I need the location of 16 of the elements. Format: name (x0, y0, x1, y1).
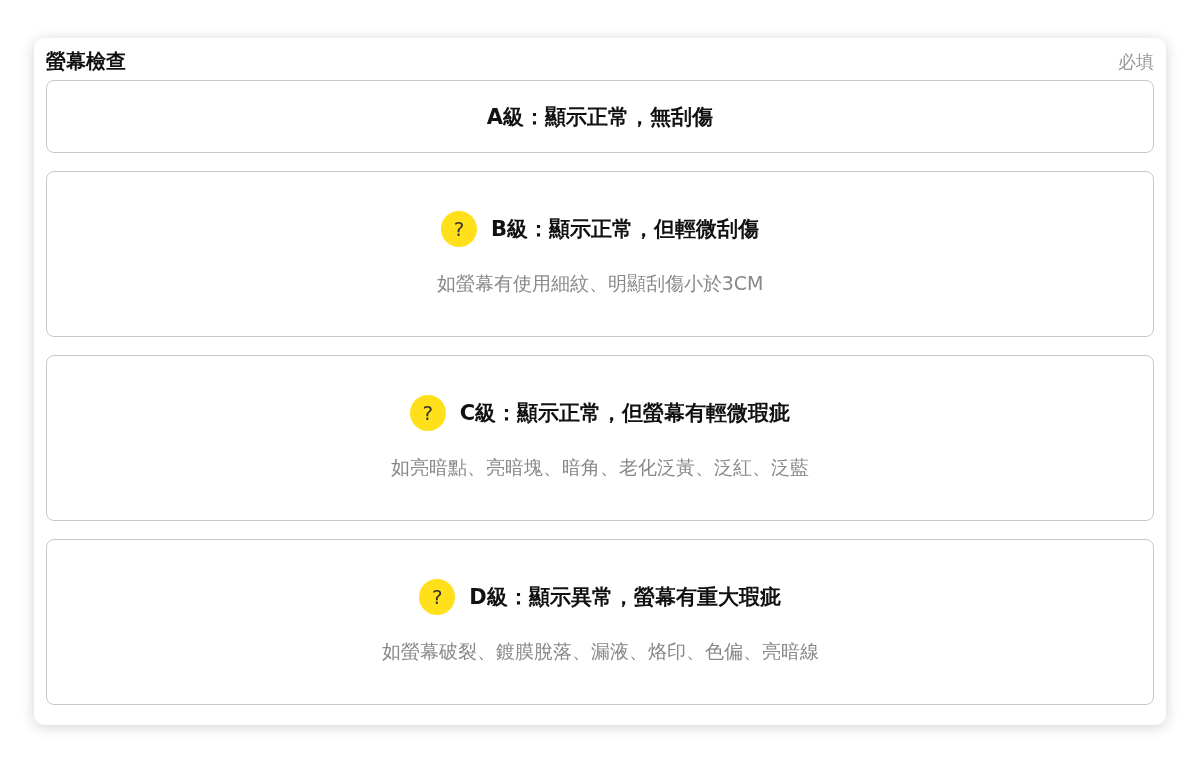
option-description: 如亮暗點、亮暗塊、暗角、老化泛黃、泛紅、泛藍 (391, 455, 809, 480)
required-label: 必填 (1118, 49, 1154, 74)
option-label: B級：顯示正常，但輕微刮傷 (491, 216, 759, 243)
option-button[interactable]: ? C級：顯示正常，但螢幕有輕微瑕疵 如亮暗點、亮暗塊、暗角、老化泛黃、泛紅、泛藍 (46, 355, 1154, 521)
option-description: 如螢幕有使用細紋、明顯刮傷小於3CM (436, 271, 764, 296)
option-button[interactable]: ? B級：顯示正常，但輕微刮傷 如螢幕有使用細紋、明顯刮傷小於3CM (46, 171, 1154, 337)
option-label: D級：顯示異常，螢幕有重大瑕疵 (469, 584, 781, 611)
help-icon[interactable]: ? (419, 579, 456, 615)
option-description: 如螢幕破裂、鍍膜脫落、漏液、烙印、色偏、亮暗線 (381, 639, 819, 664)
option-label: C級：顯示正常，但螢幕有輕微瑕疵 (459, 400, 791, 427)
option-button[interactable]: ? D級：顯示異常，螢幕有重大瑕疵 如螢幕破裂、鍍膜脫落、漏液、烙印、色偏、亮暗線 (46, 539, 1154, 705)
option-button[interactable]: A級：顯示正常，無刮傷 (46, 80, 1154, 153)
help-icon[interactable]: ? (409, 395, 446, 431)
section-title: 螢幕檢查 (46, 48, 126, 75)
option-label: A級：顯示正常，無刮傷 (486, 103, 714, 131)
help-icon[interactable]: ? (441, 211, 477, 247)
